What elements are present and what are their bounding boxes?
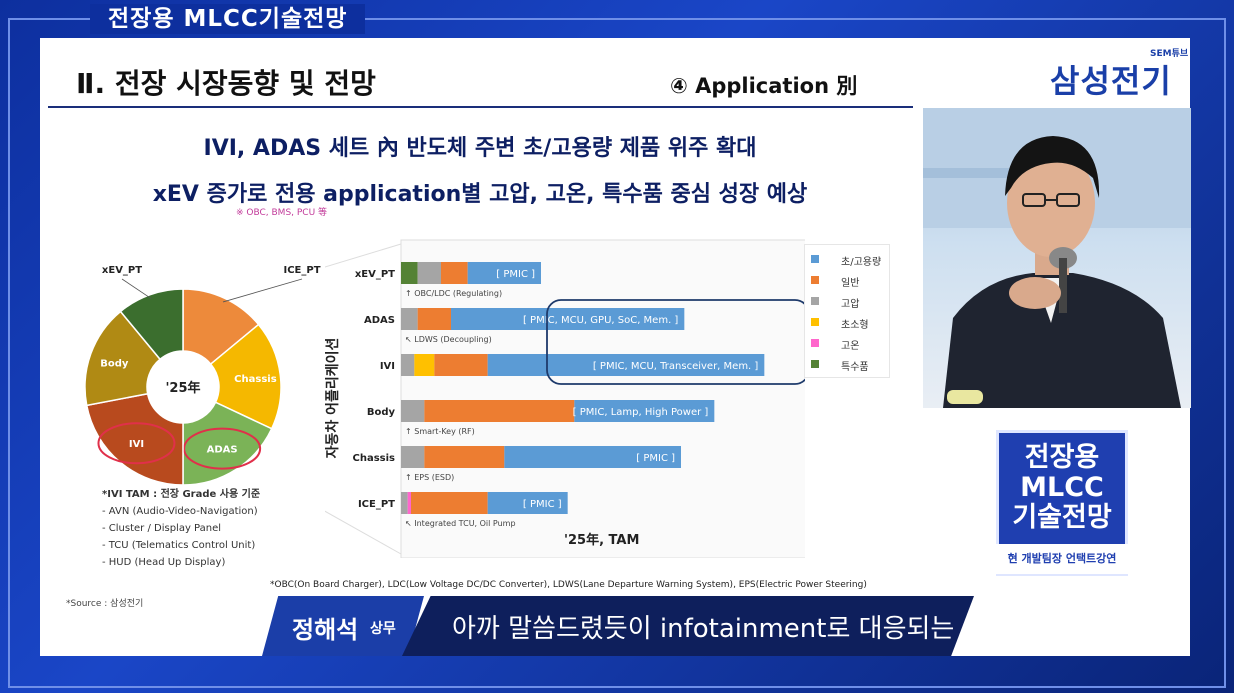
- bar-sub-label: ↑ OBC/LDC (Regulating): [405, 289, 502, 298]
- y-axis-label: 자동차 어플리케이션: [325, 338, 341, 459]
- bar-segment: [411, 492, 488, 514]
- legend-label: 특수품: [841, 362, 869, 373]
- category-label: IVI: [380, 361, 395, 372]
- tam-item: - AVN (Audio-Video-Navigation): [102, 506, 258, 517]
- logo-line-3: 기술전망: [1012, 502, 1112, 533]
- bar-segment: [401, 262, 418, 284]
- abbreviation-footnote: *OBC(On Board Charger), LDC(Low Voltage …: [270, 580, 867, 590]
- slice-leader-line: [222, 278, 303, 303]
- stacked-bar-chart: xEV_PT [ PMIC ] ↑ OBC/LDC (Regulating) ADAS…: [325, 239, 805, 558]
- x-axis-label: '25年, TAM: [564, 533, 640, 548]
- bar-label: [ PMIC ]: [496, 269, 535, 280]
- brand-name: 삼성전기: [1050, 62, 1172, 100]
- legend-label: 고온: [841, 341, 860, 352]
- bar-label: [ PMIC ]: [523, 499, 562, 510]
- speaker-name: 정해석: [292, 616, 359, 644]
- slice-label: IVI: [129, 439, 144, 450]
- bar-segment: [417, 262, 441, 284]
- slice-label: Chassis: [234, 374, 277, 385]
- caption-text: 아까 말씀드렸듯이 infotainment로 대응되는: [452, 614, 955, 644]
- legend-swatch: [811, 255, 819, 263]
- legend-swatch: [811, 360, 819, 368]
- legend-label: 초/고용량: [841, 257, 882, 268]
- category-label: Chassis: [353, 453, 396, 464]
- category-label: ADAS: [364, 315, 395, 326]
- bar-segment: [401, 308, 418, 330]
- bar-label: [ PMIC, MCU, Transceiver, Mem. ]: [593, 361, 759, 372]
- legend-swatch: [811, 297, 819, 305]
- slice-label: ADAS: [207, 445, 238, 456]
- ivi-tam-notes: *IVI TAM : 전장 Grade 사용 기준 - AVN (Audio-V…: [102, 486, 260, 571]
- bar-segment: [417, 308, 451, 330]
- bar-label: [ PMIC, Lamp, High Power ]: [573, 407, 709, 418]
- category-label: xEV_PT: [355, 269, 395, 280]
- speaker-video: [923, 108, 1191, 408]
- bar-sub-label: ↑ Smart-Key (RF): [405, 427, 475, 436]
- chart-legend: 초/고용량일반고압초소형고온특수품: [804, 244, 890, 378]
- bar-sub-label: ↖ Integrated TCU, Oil Pump: [405, 519, 516, 528]
- slice-leader-line: [121, 278, 152, 299]
- headline-1: IVI, ADAS 세트 內 반도체 주변 초/고용량 제품 위주 확대: [203, 136, 757, 161]
- legend-label: 고압: [841, 299, 860, 310]
- category-label: ICE_PT: [358, 499, 395, 510]
- slice-label: Body: [100, 358, 129, 369]
- slice-label: xEV_PT: [102, 265, 142, 276]
- speaker-figure: [923, 108, 1191, 408]
- title-divider: [48, 106, 913, 108]
- speaker-caption: 정해석 상무 아까 말씀드렸듯이 infotainment로 대응되는: [262, 596, 974, 656]
- tam-item: - TCU (Telematics Control Unit): [102, 540, 256, 551]
- bar-segment: [401, 400, 425, 422]
- category-label: Body: [367, 407, 396, 418]
- slide-title: Ⅱ. 전장 시장동향 및 전망: [76, 67, 376, 100]
- bar-sub-label: ↑ EPS (ESD): [405, 473, 454, 482]
- headline-2: xEV 증가로 전용 application별 고압, 고온, 특수품 중심 성…: [152, 182, 808, 207]
- bar-segment: [401, 446, 425, 468]
- legend-swatch: [811, 276, 819, 284]
- logo-line-1: 전장용: [1024, 442, 1100, 473]
- tam-heading: *IVI TAM : 전장 Grade 사용 기준: [102, 489, 261, 500]
- logo-band: 현 개발팀장 언택트강연: [996, 544, 1128, 574]
- bar-segment: [401, 354, 415, 376]
- bar-segment: [434, 354, 488, 376]
- legend-swatch: [811, 318, 819, 326]
- slice-label: ICE_PT: [283, 265, 320, 276]
- bar-segment: [424, 446, 505, 468]
- bar-sub-label: ↖ LDWS (Decoupling): [405, 335, 492, 344]
- legend-label: 초소형: [841, 320, 869, 331]
- donut-center-label: '25年: [165, 380, 200, 396]
- legend-swatch: [811, 339, 819, 347]
- tam-item: - Cluster / Display Panel: [102, 523, 222, 534]
- obc-note: ※ OBC, BMS, PCU 等: [236, 208, 328, 218]
- donut-chart: ICE_PT Chassis ADAS IVI Body xEV_PT '25年: [84, 265, 321, 486]
- broadcast-title: 전장용 MLCC기술전망: [90, 4, 366, 34]
- legend-label: 일반: [841, 278, 860, 289]
- application-label: ④ Application 別: [670, 74, 858, 98]
- bar-segment: [407, 492, 411, 514]
- source-note: *Source : 삼성전기: [66, 599, 144, 609]
- logo-line-2: MLCC: [1020, 472, 1104, 503]
- tam-item: - HUD (Head Up Display): [102, 557, 226, 568]
- bar-label: [ PMIC ]: [636, 453, 675, 464]
- bar-segment: [414, 354, 435, 376]
- bar-segment: [424, 400, 575, 422]
- speaker-title: 상무: [370, 621, 396, 637]
- bar-segment: [401, 492, 408, 514]
- bar-segment: [441, 262, 468, 284]
